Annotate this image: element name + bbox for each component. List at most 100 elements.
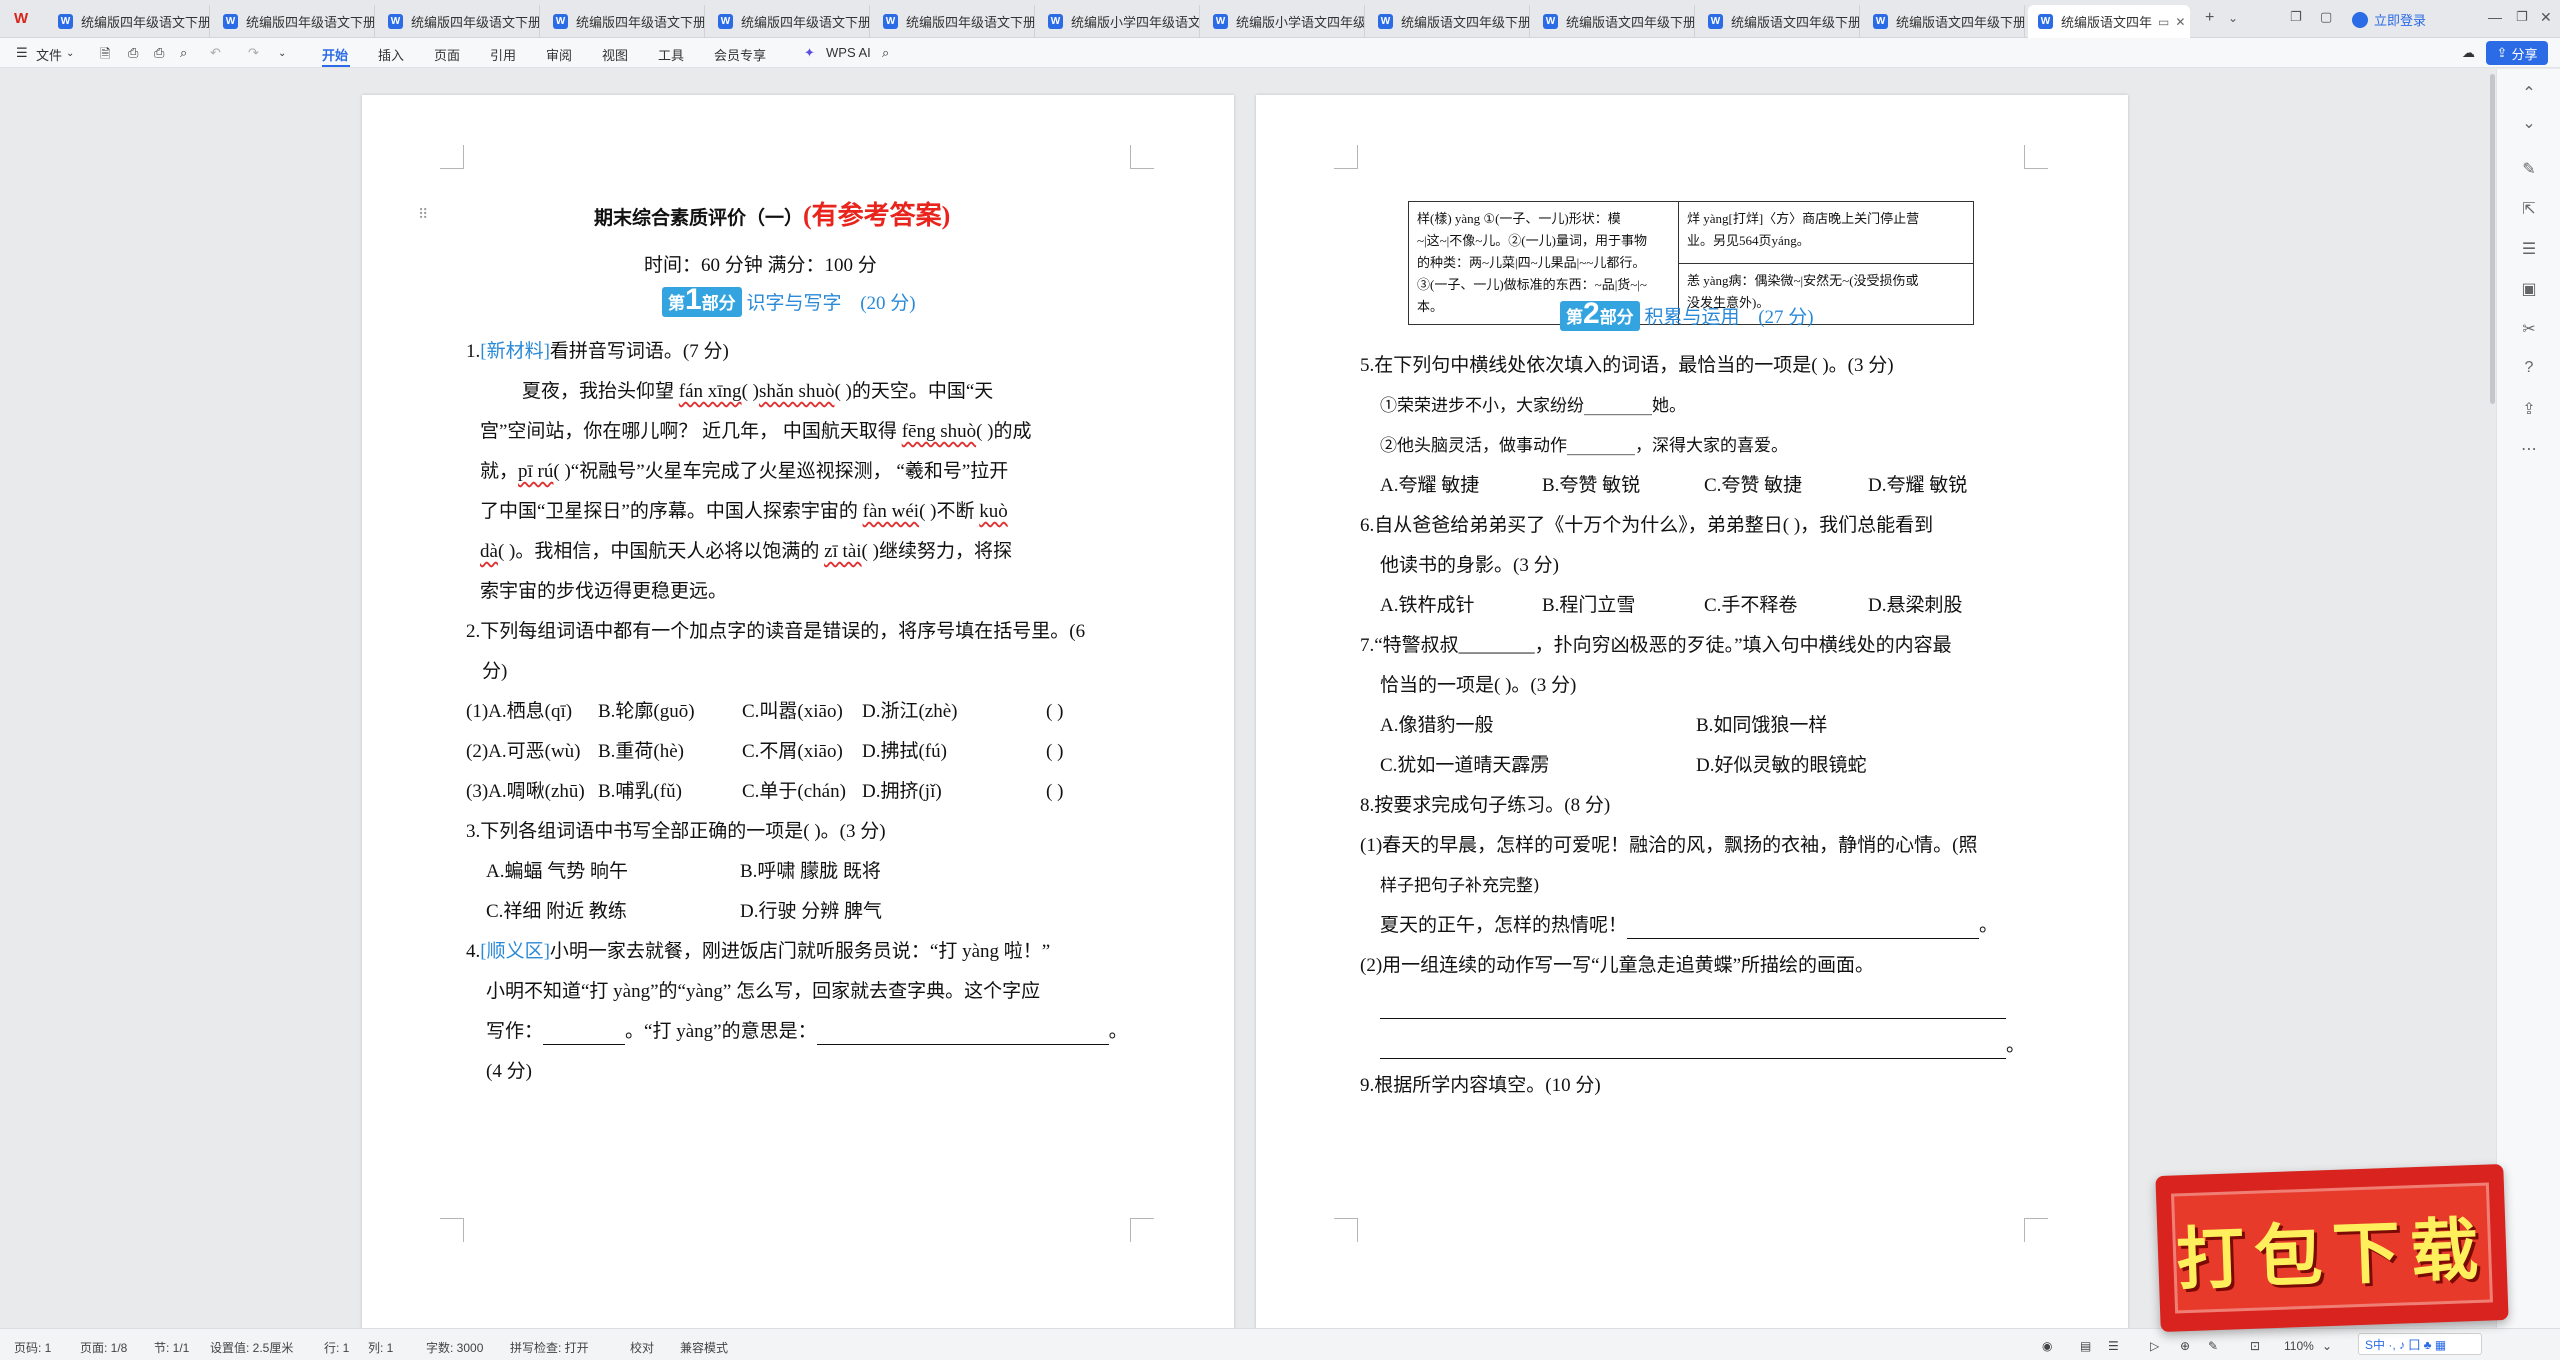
tab-home[interactable]: 开始 [322,45,348,64]
answer-blank[interactable] [1627,919,1980,939]
answer-bracket[interactable]: ( ) [1046,779,1063,805]
share-label: 分享 [2511,46,2538,62]
search-icon[interactable]: ⌕ [882,45,889,61]
tab-window-icon[interactable]: ▭ [2158,15,2169,29]
window-mode-icon[interactable]: ❐ [2290,9,2302,25]
status-proof[interactable]: 校对 [630,1339,654,1356]
help-icon[interactable]: ? [2519,359,2539,379]
tab-close-icon[interactable]: ✕ [2175,15,2185,29]
adjust-icon[interactable]: ☰ [2519,239,2539,259]
web-view-icon[interactable]: ⊕ [2180,1339,2190,1353]
option-left: A.像猎豹一般 [1380,715,1494,736]
document-tab[interactable]: W 统编版四年级语文下册 [48,5,210,38]
view-page-icon[interactable]: ▤ [2080,1339,2091,1353]
undo-icon[interactable]: ↶ [210,45,221,61]
file-chevron-down-icon[interactable]: ⌄ [66,48,74,59]
answer-blank[interactable] [543,1025,626,1045]
tab-view[interactable]: 视图 [602,45,628,64]
status-pages[interactable]: 页面: 1/8 [80,1339,127,1356]
image-icon[interactable]: ▣ [2519,279,2539,299]
tab-tools[interactable]: 工具 [658,45,684,64]
menu-icon[interactable]: ☰ [16,45,28,61]
play-icon[interactable]: ▷ [2150,1339,2159,1353]
document-page-1[interactable]: ⠿ 期末综合素质评价（一）(有参考答案) 时间：60 分钟 满分：100 分 第… [362,95,1234,1329]
view-outline-icon[interactable]: ☰ [2108,1339,2119,1353]
document-tab[interactable]: W 统编版语文四年级下册 [1863,5,2025,38]
part-score: (27 分) [1758,307,1814,328]
tools-icon[interactable]: ✂ [2519,319,2539,339]
margin-mark [440,1218,464,1242]
share-icon[interactable]: ⇪ [2519,399,2539,419]
zoom-level[interactable]: 110% [2284,1339,2314,1353]
export-pdf-icon[interactable]: ⎙ [128,45,138,61]
status-words[interactable]: 字数: 3000 [426,1339,483,1356]
chevron-down-icon[interactable]: ⌄ [2519,113,2539,133]
answer-blank[interactable] [1380,1039,2006,1059]
save-icon[interactable]: 🗎 [100,45,110,67]
status-page[interactable]: 页码: 1 [14,1339,51,1356]
print-icon[interactable]: ⎙ [154,45,164,61]
tab-review[interactable]: 审阅 [546,45,572,64]
tab-page[interactable]: 页面 [434,45,460,64]
login-link[interactable]: 立即登录 [2352,10,2426,29]
more-chevron-down-icon[interactable]: ⌄ [278,48,286,59]
close-window-icon[interactable]: ✕ [2540,9,2552,26]
document-tab[interactable]: W 统编版语文四年级下册 [1368,5,1530,38]
answer-bracket[interactable]: ( ) [1046,699,1063,725]
status-spell[interactable]: 拼写检查: 打开 [510,1339,589,1356]
redo-icon[interactable]: ↷ [248,45,259,61]
tab-list-dropdown-icon[interactable]: ⌄ [2228,11,2238,25]
document-tab[interactable]: W 统编版四年级语文下册 [213,5,375,38]
part-badge: 第1部分 [662,285,742,317]
tab-title: 统编版四年级语文下册 [411,15,539,30]
zoom-chevron-down-icon[interactable]: ⌄ [2322,1339,2332,1353]
option-b: B.哺乳(fǔ) [598,781,682,802]
question-5-sentence: ①荣荣进步不小，大家纷纷________她。 [1380,396,1686,416]
fit-icon[interactable]: ⊡ [2250,1339,2260,1353]
input-method-bar[interactable]: S中 ·, ♪ 囗 ♣ ▦ [2358,1333,2482,1355]
margin-mark [2024,1218,2048,1242]
answer-blank[interactable] [816,1025,1109,1045]
document-tab[interactable]: W 统编版四年级语文下册 [378,5,540,38]
edit-pen-icon[interactable]: ✎ [2519,159,2539,179]
new-tab-button[interactable]: + [2205,9,2214,27]
document-tab[interactable]: W 统编版四年级语文下册 [873,5,1035,38]
document-tab[interactable]: W 统编版语文四年级下册 [1533,5,1695,38]
document-tab[interactable]: W 统编版四年级语文下册 [708,5,870,38]
eye-protect-icon[interactable]: ◉ [2042,1339,2052,1353]
select-cursor-icon[interactable]: ⇱ [2519,199,2539,219]
document-page-2[interactable]: 样(樣) yàng ①(一子、一儿)形状：模 ~|这~|不像~儿。②(一儿)量词，… [1256,95,2128,1329]
file-menu[interactable]: 文件 [36,45,62,64]
answer-blank[interactable] [1380,999,2006,1019]
document-tab[interactable]: W 统编版小学四年级语文 [1038,5,1200,38]
print-preview-icon[interactable]: ⌕ [180,45,187,61]
document-tab[interactable]: W 统编版小学语文四年级 [1203,5,1365,38]
annotate-icon[interactable]: ✎ [2208,1339,2218,1353]
status-compat[interactable]: 兼容模式 [680,1339,728,1356]
restore-icon[interactable]: ❐ [2516,9,2528,25]
wps-ai-icon[interactable]: ✦ [804,45,815,61]
share-button[interactable]: ⇪ 分享 [2486,41,2548,65]
document-tab[interactable]: W 统编版四年级语文下册 [543,5,705,38]
cloud-sync-icon[interactable]: ☁ [2462,45,2475,61]
status-setting[interactable]: 设置值: 2.5厘米 [210,1339,293,1356]
tab-title: 统编版语文四年级下册 [1566,15,1694,30]
minimize-icon[interactable]: — [2488,9,2502,25]
tab-insert[interactable]: 插入 [378,45,404,64]
collapse-icon[interactable]: ⌃ [2519,83,2539,103]
tab-reference[interactable]: 引用 [490,45,516,64]
status-row[interactable]: 行: 1 [324,1339,349,1356]
wps-ai-button[interactable]: WPS AI [826,45,871,60]
more-icon[interactable]: ⋯ [2519,439,2539,459]
answer-bracket[interactable]: ( ) [1046,739,1063,765]
wps-logo-icon[interactable]: W [14,10,36,28]
status-section[interactable]: 节: 1/1 [154,1339,189,1356]
tab-member[interactable]: 会员专享 [714,45,766,64]
download-badge[interactable]: 打包下载 [2155,1163,2509,1333]
vertical-scrollbar[interactable] [2490,74,2495,404]
workspace-icon[interactable]: ▢ [2320,9,2332,25]
document-tab[interactable]: W 统编版语文四年 ▭ ✕ [2028,5,2190,38]
drag-handle-icon[interactable]: ⠿ [418,203,428,229]
document-tab[interactable]: W 统编版语文四年级下册 [1698,5,1860,38]
status-col[interactable]: 列: 1 [368,1339,393,1356]
